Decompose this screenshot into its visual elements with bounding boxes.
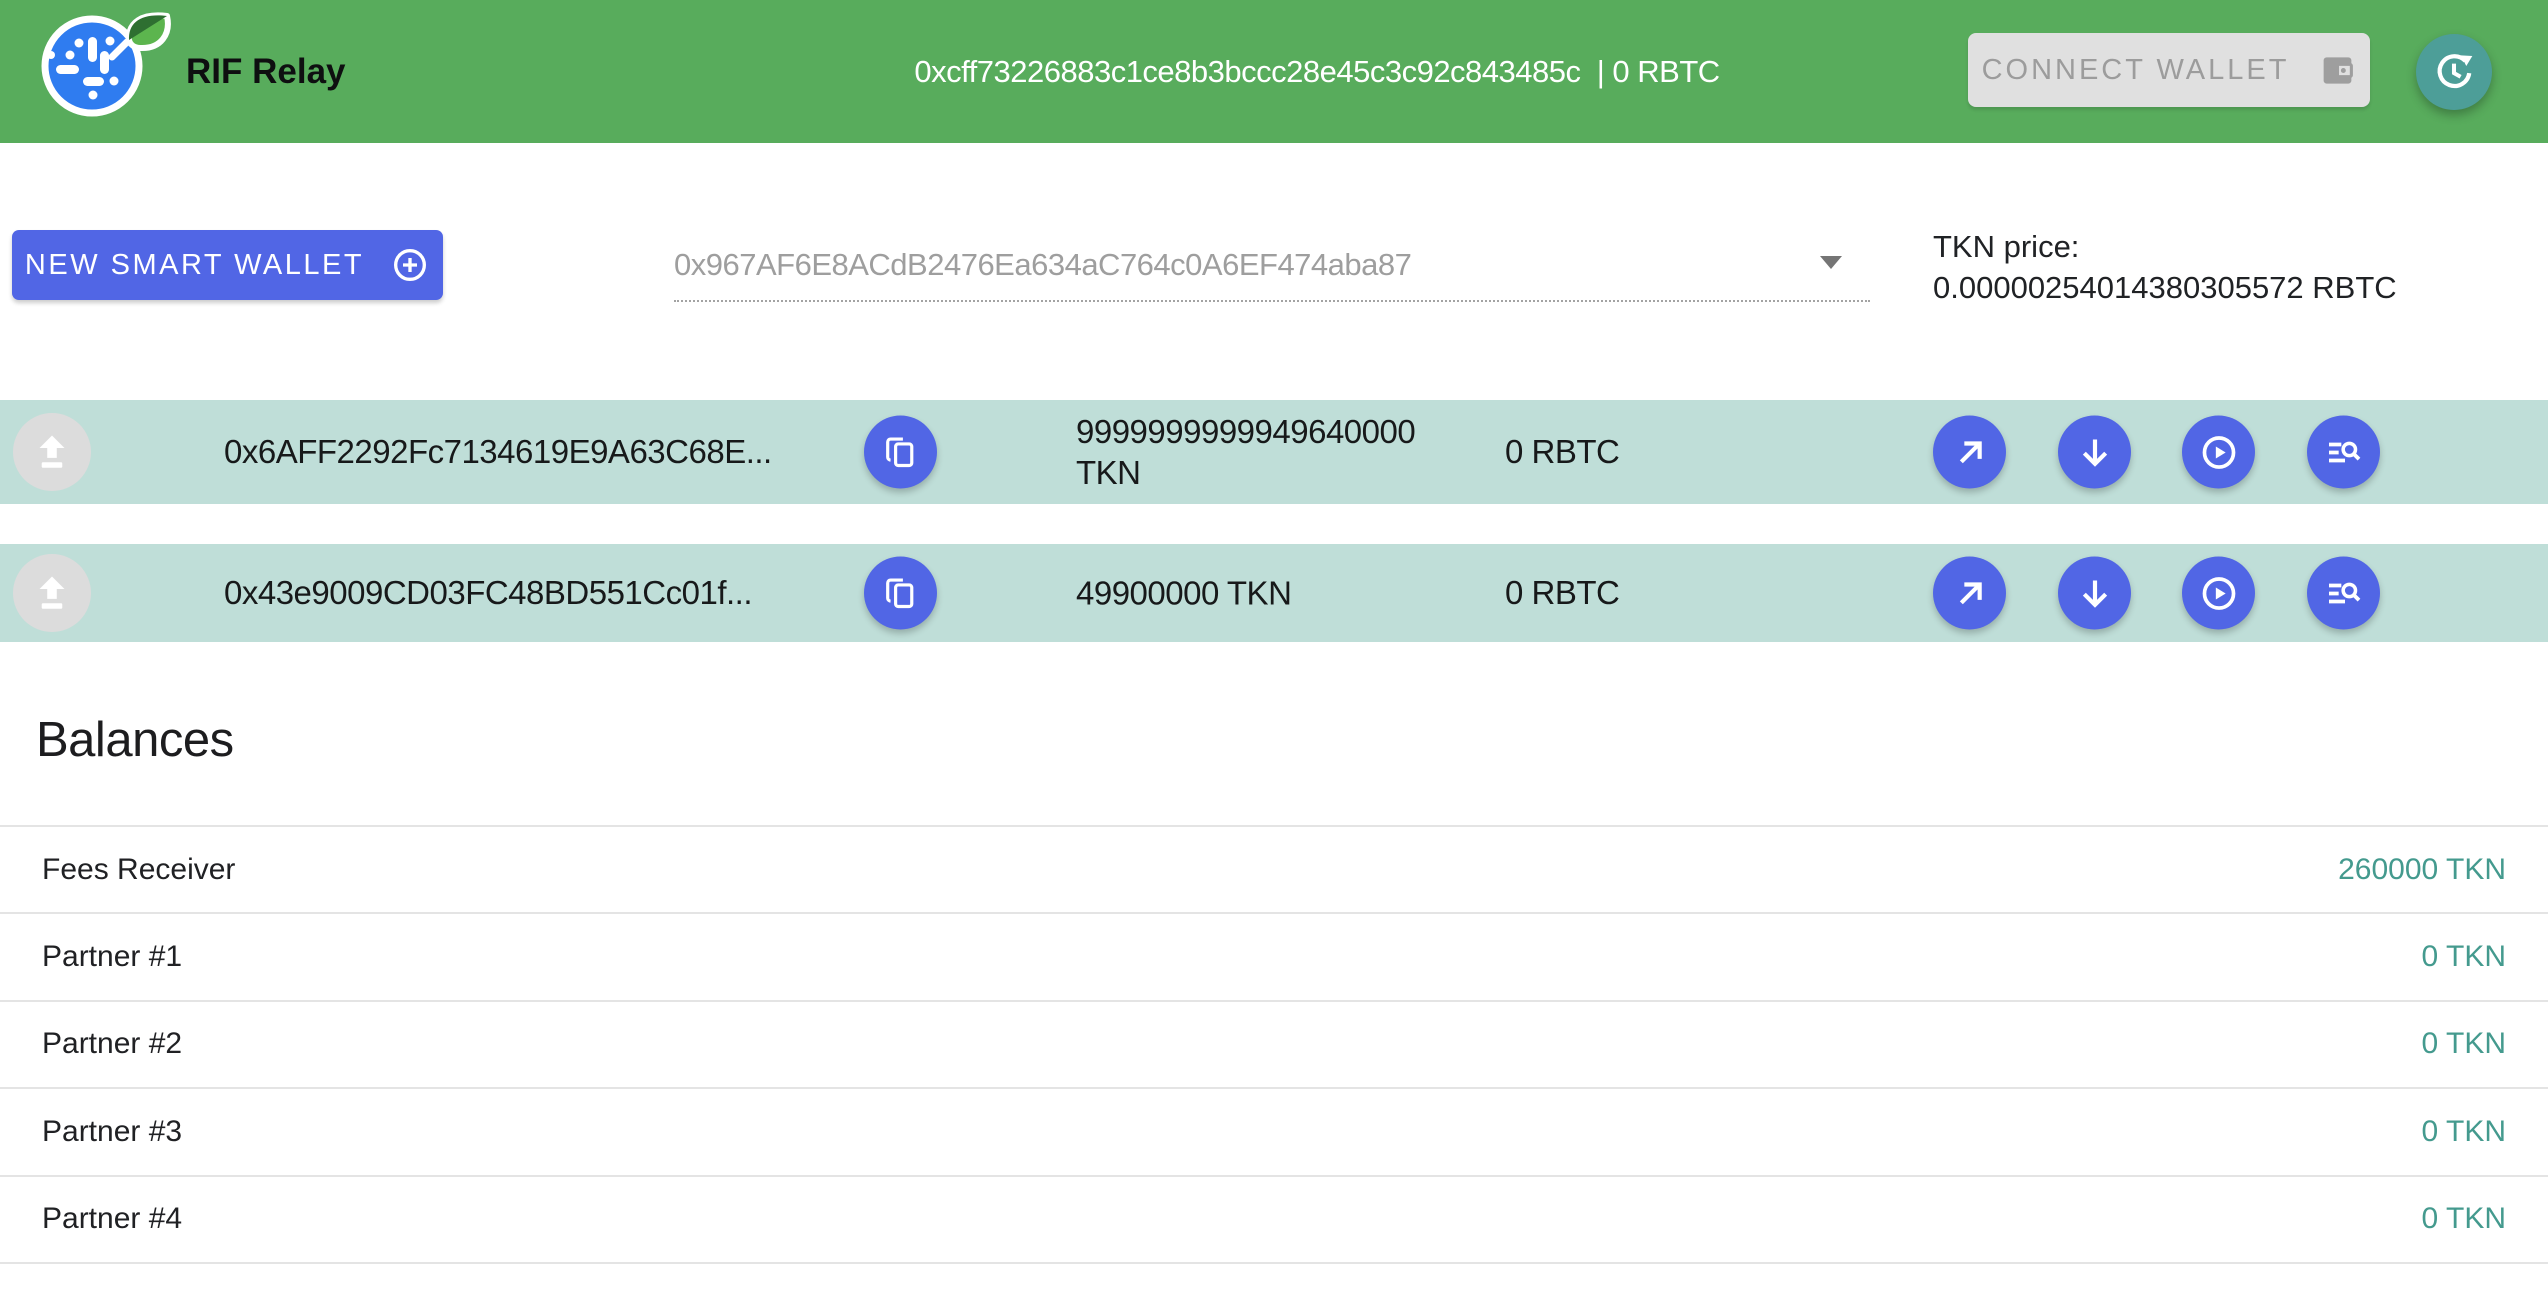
manage-search-icon xyxy=(2324,432,2364,472)
deploy-wallet-button[interactable] xyxy=(13,413,91,491)
play-circle-icon xyxy=(2198,431,2240,473)
smart-wallet-select-value: 0x967AF6E8ACdB2476Ea634aC764c0A6EF474aba… xyxy=(674,247,1411,283)
connect-wallet-button[interactable]: CONNECT WALLET xyxy=(1968,33,2370,107)
wallet-icon xyxy=(2319,52,2356,89)
balance-value: 260000 TKN xyxy=(2338,853,2506,887)
copy-address-button[interactable] xyxy=(864,416,937,489)
connected-account-summary: 0xcff73226883c1ce8b3bccc28e45c3c92c84348… xyxy=(914,0,1719,143)
token-balance: 49900000 TKN xyxy=(1076,573,1481,614)
receive-button[interactable] xyxy=(2058,557,2131,630)
search-transactions-button[interactable] xyxy=(2307,416,2380,489)
balance-label: Fees Receiver xyxy=(42,853,235,887)
balance-label: Partner #4 xyxy=(42,1202,182,1236)
app-header: RIF Relay 0xcff73226883c1ce8b3bccc28e45c… xyxy=(0,0,2548,143)
smart-wallet-row: 0x43e9009CD03FC48BD551Cc01f... 49900000 … xyxy=(0,544,2548,642)
execute-button[interactable] xyxy=(2182,416,2255,489)
upload-icon xyxy=(30,571,74,615)
token-balance: 9999999999949640000 TKN xyxy=(1076,411,1481,493)
transfer-button[interactable] xyxy=(1933,416,2006,489)
balance-row: Fees Receiver 260000 TKN xyxy=(0,827,2548,914)
smart-wallet-address: 0x6AFF2292Fc7134619E9A63C68E... xyxy=(224,433,772,471)
manage-search-icon xyxy=(2324,573,2364,613)
copy-icon xyxy=(882,574,920,612)
balance-value: 0 TKN xyxy=(2422,940,2506,974)
balance-value: 0 TKN xyxy=(2422,1027,2506,1061)
arrow-up-right-icon xyxy=(1950,432,1990,472)
transfer-button[interactable] xyxy=(1933,557,2006,630)
rbtc-balance: 0 RBTC xyxy=(1505,574,1619,612)
balance-row: Partner #2 0 TKN xyxy=(0,1002,2548,1089)
balance-label: Partner #2 xyxy=(42,1027,182,1061)
rif-logo-icon xyxy=(26,2,206,132)
arrow-down-icon xyxy=(2075,573,2115,613)
page: RIF Relay 0xcff73226883c1ce8b3bccc28e45c… xyxy=(0,0,2548,1294)
balances-title: Balances xyxy=(36,712,234,768)
token-price-block: TKN price: 0.00000254014380305572 RBTC xyxy=(1933,226,2397,308)
new-smart-wallet-button[interactable]: NEW SMART WALLET xyxy=(12,230,443,300)
refresh-clock-icon xyxy=(2432,50,2476,94)
plus-circle-icon xyxy=(390,245,430,285)
app-title: RIF Relay xyxy=(186,0,346,143)
balance-row: Partner #3 0 TKN xyxy=(0,1089,2548,1176)
balance-value: 0 TKN xyxy=(2422,1202,2506,1236)
balance-value: 0 TKN xyxy=(2422,1115,2506,1149)
token-price-label: TKN price: xyxy=(1933,226,2397,267)
copy-address-button[interactable] xyxy=(864,557,937,630)
refresh-button[interactable] xyxy=(2416,34,2492,110)
balance-label: Partner #3 xyxy=(42,1115,182,1149)
chevron-down-icon xyxy=(1820,256,1842,269)
balance-label: Partner #1 xyxy=(42,940,182,974)
token-price-value: 0.00000254014380305572 RBTC xyxy=(1933,267,2397,308)
smart-wallet-select[interactable]: 0x967AF6E8ACdB2476Ea634aC764c0A6EF474aba… xyxy=(674,230,1870,302)
balance-row: Partner #1 0 TKN xyxy=(0,914,2548,1001)
connect-wallet-label: CONNECT WALLET xyxy=(1982,54,2290,87)
copy-icon xyxy=(882,433,920,471)
deploy-wallet-button[interactable] xyxy=(13,554,91,632)
smart-wallet-address: 0x43e9009CD03FC48BD551Cc01f... xyxy=(224,574,752,612)
execute-button[interactable] xyxy=(2182,557,2255,630)
search-transactions-button[interactable] xyxy=(2307,557,2380,630)
receive-button[interactable] xyxy=(2058,416,2131,489)
arrow-down-icon xyxy=(2075,432,2115,472)
balance-row: Partner #4 0 TKN xyxy=(0,1177,2548,1264)
upload-icon xyxy=(30,430,74,474)
play-circle-icon xyxy=(2198,572,2240,614)
arrow-up-right-icon xyxy=(1950,573,1990,613)
new-smart-wallet-label: NEW SMART WALLET xyxy=(25,249,364,282)
balances-list: Fees Receiver 260000 TKN Partner #1 0 TK… xyxy=(0,825,2548,1264)
smart-wallet-row: 0x6AFF2292Fc7134619E9A63C68E... 99999999… xyxy=(0,400,2548,504)
rbtc-balance: 0 RBTC xyxy=(1505,433,1619,471)
